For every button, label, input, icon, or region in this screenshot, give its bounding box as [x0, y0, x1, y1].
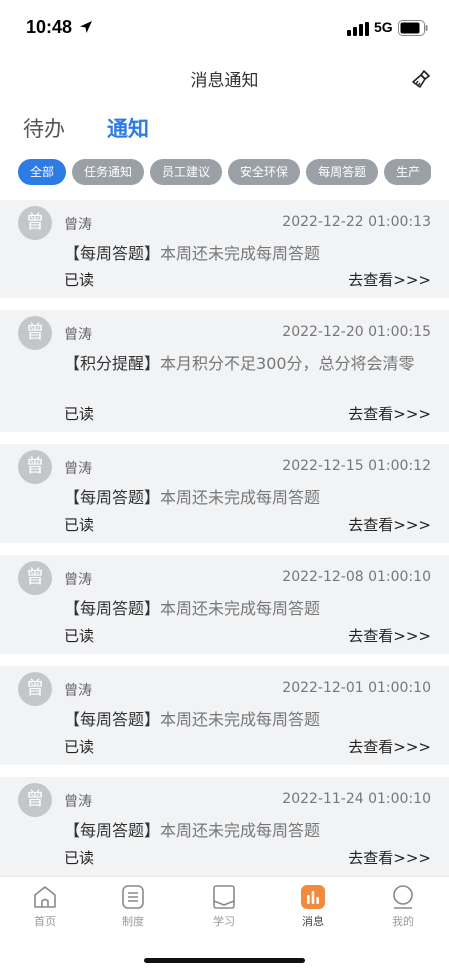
- tabbar-label-study: 学习: [213, 915, 235, 928]
- avatar: 曾: [18, 206, 52, 240]
- message-tag: 【每周答题】: [64, 488, 161, 507]
- message-time: 2022-12-22 01:00:13: [282, 214, 431, 230]
- sender-name: 曾涛: [64, 683, 92, 699]
- chip-weekly-quiz[interactable]: 每周答题: [306, 159, 379, 185]
- message-text: 本周还未完成每周答题: [160, 821, 321, 840]
- status-time: 10:48: [26, 17, 73, 37]
- sender-name: 曾涛: [64, 217, 92, 233]
- message-tag: 【每周答题】: [64, 599, 161, 618]
- message-tag: 【每周答题】: [64, 710, 161, 729]
- message-card[interactable]: 曾 曾涛 2022-12-08 01:00:10 【每周答题】本周还未完成每周答…: [0, 555, 449, 654]
- view-link[interactable]: 去查看>>>: [348, 736, 431, 757]
- tabbar-label-messages: 消息: [302, 915, 324, 928]
- sender-name: 曾涛: [64, 794, 92, 810]
- document-icon: [122, 885, 144, 909]
- message-time: 2022-12-15 01:00:12: [282, 458, 431, 474]
- status-bar: 10:48 5G: [0, 0, 449, 58]
- read-status: 已读: [64, 405, 95, 423]
- tabbar-item-study[interactable]: 学习: [194, 884, 254, 929]
- read-status: 已读: [64, 738, 95, 756]
- book-icon: [213, 885, 235, 909]
- view-link[interactable]: 去查看>>>: [348, 269, 431, 290]
- tabbar-label-mine: 我的: [392, 915, 414, 928]
- message-body: 【每周答题】本周还未完成每周答题: [64, 819, 426, 842]
- read-status: 已读: [64, 271, 95, 289]
- page-title: 消息通知: [190, 71, 259, 91]
- avatar: 曾: [18, 561, 52, 595]
- message-time: 2022-12-20 01:00:15: [282, 324, 431, 340]
- read-status: 已读: [64, 849, 95, 867]
- view-link[interactable]: 去查看>>>: [348, 625, 431, 646]
- view-link[interactable]: 去查看>>>: [348, 514, 431, 535]
- message-body: 【每周答题】本周还未完成每周答题: [64, 486, 426, 509]
- message-text: 本周还未完成每周答题: [160, 599, 321, 618]
- message-tag: 【积分提醒】: [64, 354, 161, 373]
- message-card[interactable]: 曾 曾涛 2022-12-20 01:00:15 【积分提醒】本月积分不足300…: [0, 310, 449, 432]
- avatar: 曾: [18, 783, 52, 817]
- user-icon: [393, 885, 413, 909]
- message-card[interactable]: 曾 曾涛 2022-12-01 01:00:10 【每周答题】本周还未完成每周答…: [0, 666, 449, 765]
- network-type: 5G: [374, 19, 393, 35]
- sender-name: 曾涛: [64, 572, 92, 588]
- message-body: 【每周答题】本周还未完成每周答题: [64, 597, 426, 620]
- view-link[interactable]: 去查看>>>: [348, 847, 431, 868]
- message-list: 曾 曾涛 2022-12-22 01:00:13 【每周答题】本周还未完成每周答…: [0, 200, 449, 876]
- chip-production[interactable]: 生产: [384, 159, 431, 185]
- chip-safety-env[interactable]: 安全环保: [228, 159, 301, 185]
- read-status: 已读: [64, 627, 95, 645]
- tab-todo[interactable]: 待办: [23, 113, 65, 145]
- tabbar-item-home[interactable]: 首页: [15, 884, 75, 929]
- message-tag: 【每周答题】: [64, 244, 161, 263]
- home-icon: [34, 886, 56, 908]
- chip-employee-suggestion[interactable]: 员工建议: [150, 159, 223, 185]
- message-text: 本周还未完成每周答题: [160, 488, 321, 507]
- tabbar-label-rules: 制度: [122, 915, 144, 928]
- message-text: 本月积分不足300分，总分将会清零: [160, 354, 415, 373]
- avatar: 曾: [18, 316, 52, 350]
- message-text: 本周还未完成每周答题: [160, 710, 321, 729]
- battery-icon: [398, 20, 428, 36]
- view-link[interactable]: 去查看>>>: [348, 403, 431, 424]
- read-status: 已读: [64, 516, 95, 534]
- message-body: 【每周答题】本周还未完成每周答题: [64, 242, 426, 265]
- sender-name: 曾涛: [64, 327, 92, 343]
- message-chart-icon: [301, 885, 325, 909]
- avatar: 曾: [18, 450, 52, 484]
- message-time: 2022-12-08 01:00:10: [282, 569, 431, 585]
- tab-notice[interactable]: 通知: [107, 113, 149, 145]
- message-card[interactable]: 曾 曾涛 2022-12-15 01:00:12 【每周答题】本周还未完成每周答…: [0, 444, 449, 543]
- tabbar-label-home: 首页: [34, 915, 56, 928]
- chip-all[interactable]: 全部: [18, 159, 67, 185]
- message-time: 2022-12-01 01:00:10: [282, 680, 431, 696]
- tabbar-item-rules[interactable]: 制度: [103, 884, 163, 929]
- sender-name: 曾涛: [64, 461, 92, 477]
- message-card[interactable]: 曾 曾涛 2022-11-24 01:00:10 【每周答题】本周还未完成每周答…: [0, 777, 449, 876]
- message-body: 【每周答题】本周还未完成每周答题: [64, 708, 426, 731]
- home-indicator: [144, 958, 305, 963]
- message-time: 2022-11-24 01:00:10: [282, 791, 431, 807]
- avatar: 曾: [18, 672, 52, 706]
- message-text: 本周还未完成每周答题: [160, 244, 321, 263]
- location-arrow-icon: [80, 21, 92, 33]
- signal-icon: [347, 22, 369, 36]
- broom-icon[interactable]: [409, 68, 433, 92]
- message-body: 【积分提醒】本月积分不足300分，总分将会清零: [64, 352, 426, 375]
- category-chips: 全部 任务通知 员工建议 安全环保 每周答题 生产: [18, 159, 431, 186]
- tabbar-item-messages[interactable]: 消息: [283, 884, 343, 929]
- message-card[interactable]: 曾 曾涛 2022-12-22 01:00:13 【每周答题】本周还未完成每周答…: [0, 200, 449, 298]
- chip-task-notice[interactable]: 任务通知: [72, 159, 145, 185]
- tabbar-item-mine[interactable]: 我的: [373, 884, 433, 929]
- message-tag: 【每周答题】: [64, 821, 161, 840]
